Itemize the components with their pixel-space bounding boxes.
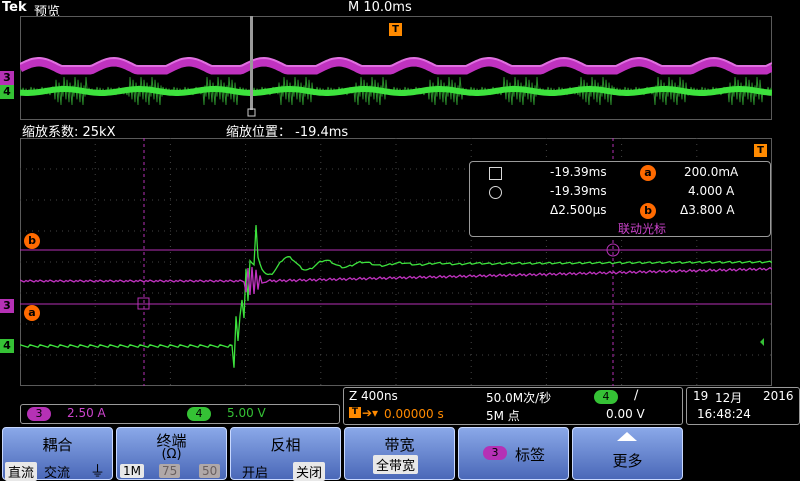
date-year: 2016 (763, 389, 794, 403)
readout-row1-value: 200.0mA (684, 165, 739, 179)
invert-off-option[interactable]: 关闭 (293, 462, 326, 481)
ch4-marker-overview: 4 (0, 85, 14, 99)
trigger-arrow-icon: ➔▾ (362, 406, 379, 420)
date-day: 19 (693, 389, 709, 403)
date-month: 12月 (715, 391, 743, 405)
termination-75-option[interactable]: 75 (159, 464, 181, 478)
square-cursor-icon (489, 167, 502, 180)
trigger-level: 0.00 V (606, 407, 645, 421)
ch3-marker[interactable]: 3 (0, 299, 14, 313)
readout-row-2: -19.39ms 4.000 A (470, 184, 770, 202)
cursor-b-badge: b (24, 233, 40, 249)
sample-rate: 50.0M次/秒 (486, 391, 552, 405)
label-softkey[interactable]: 3 标签 (458, 427, 569, 480)
ch4-scale-badge: 4 (187, 407, 211, 421)
horizontal-trigger-info-box[interactable]: Z 400ns 50.0M次/秒 4 ∕ T ➔▾ 0.00000 s 5M 点… (343, 387, 683, 425)
ch3-scale-badge: 3 (27, 407, 51, 421)
readout-row2-value: 4.000 A (688, 184, 735, 198)
readout-row2-time: -19.39ms (550, 184, 607, 198)
trigger-position-icon: T (349, 407, 361, 418)
bandwidth-softkey[interactable]: 带宽 全带宽 (344, 427, 455, 480)
coupling-ac-option[interactable]: 交流 (41, 462, 73, 481)
readout-row1-time: -19.39ms (550, 165, 607, 179)
cursor-readout-box: -19.39ms a 200.0mA -19.39ms 4.000 A Δ2.5… (469, 161, 771, 237)
coupling-title: 耦合 (42, 436, 73, 454)
trigger-source-badge: 4 (594, 390, 618, 404)
zoom-window-indicator (250, 16, 253, 110)
termination-1m-option[interactable]: 1M (120, 464, 144, 478)
zoom-window-handle (247, 108, 256, 117)
more-title: 更多 (612, 452, 643, 470)
readout-row3-value: Δ3.800 A (680, 203, 735, 217)
zoom-scale: Z 400ns (349, 389, 398, 403)
bandwidth-title: 带宽 (384, 436, 415, 454)
more-softkey[interactable]: 更多 (572, 427, 683, 480)
trigger-marker-main: T (754, 144, 767, 157)
ch4-marker[interactable]: 4 (0, 339, 14, 353)
coupling-softkey[interactable]: 耦合 直流 交流 ⏚ (2, 427, 113, 481)
ch4-offset-arrow (760, 338, 764, 346)
trigger-position-value: 0.00000 s (384, 407, 444, 421)
circle-cursor-icon (489, 186, 502, 199)
datetime-box: 19 12月 2016 16:48:24 (686, 387, 800, 425)
invert-softkey[interactable]: 反相 开启 关闭 (230, 427, 341, 481)
termination-unit: (Ω) (161, 447, 182, 462)
ch3-scale-value: 2.50 A (67, 406, 106, 420)
linked-cursors-label[interactable]: 联动光标 (618, 220, 666, 237)
ch3-trace (20, 266, 772, 295)
brand-logo: Tek (2, 0, 27, 15)
label-ch3-badge: 3 (483, 446, 507, 460)
invert-on-option[interactable]: 开启 (239, 462, 271, 481)
ch3-marker-overview: 3 (0, 71, 14, 85)
bandwidth-value: 全带宽 (373, 455, 419, 474)
timebase-readout: M 10.0ms (348, 0, 412, 15)
time-of-day: 16:48:24 (697, 407, 751, 421)
ground-icon[interactable]: ⏚ (87, 460, 108, 481)
cursor-a-badge: a (24, 305, 40, 321)
readout-row-3: Δ2.500µs b Δ3.800 A (470, 203, 770, 221)
label-title: 标签 (515, 446, 546, 464)
up-arrow-icon (617, 432, 637, 441)
readout-row3-time: Δ2.500µs (550, 203, 607, 217)
ch4-scale-value: 5.00 V (227, 406, 266, 420)
trigger-marker-overview: T (389, 23, 402, 36)
readout-row-1: -19.39ms a 200.0mA (470, 165, 770, 183)
vertical-scale-box[interactable]: 3 2.50 A 4 5.00 V (20, 404, 340, 424)
termination-softkey[interactable]: 终端 (Ω) 1M 75 50 (116, 427, 227, 480)
termination-50-option[interactable]: 50 (199, 464, 221, 478)
cursor-a-readout-badge: a (640, 165, 656, 181)
record-length: 5M 点 (486, 409, 520, 423)
cursor-b-readout-badge: b (640, 203, 656, 219)
invert-title: 反相 (270, 436, 301, 454)
coupling-dc-option[interactable]: 直流 (5, 462, 38, 481)
trigger-slope-icon: ∕ (634, 388, 639, 403)
